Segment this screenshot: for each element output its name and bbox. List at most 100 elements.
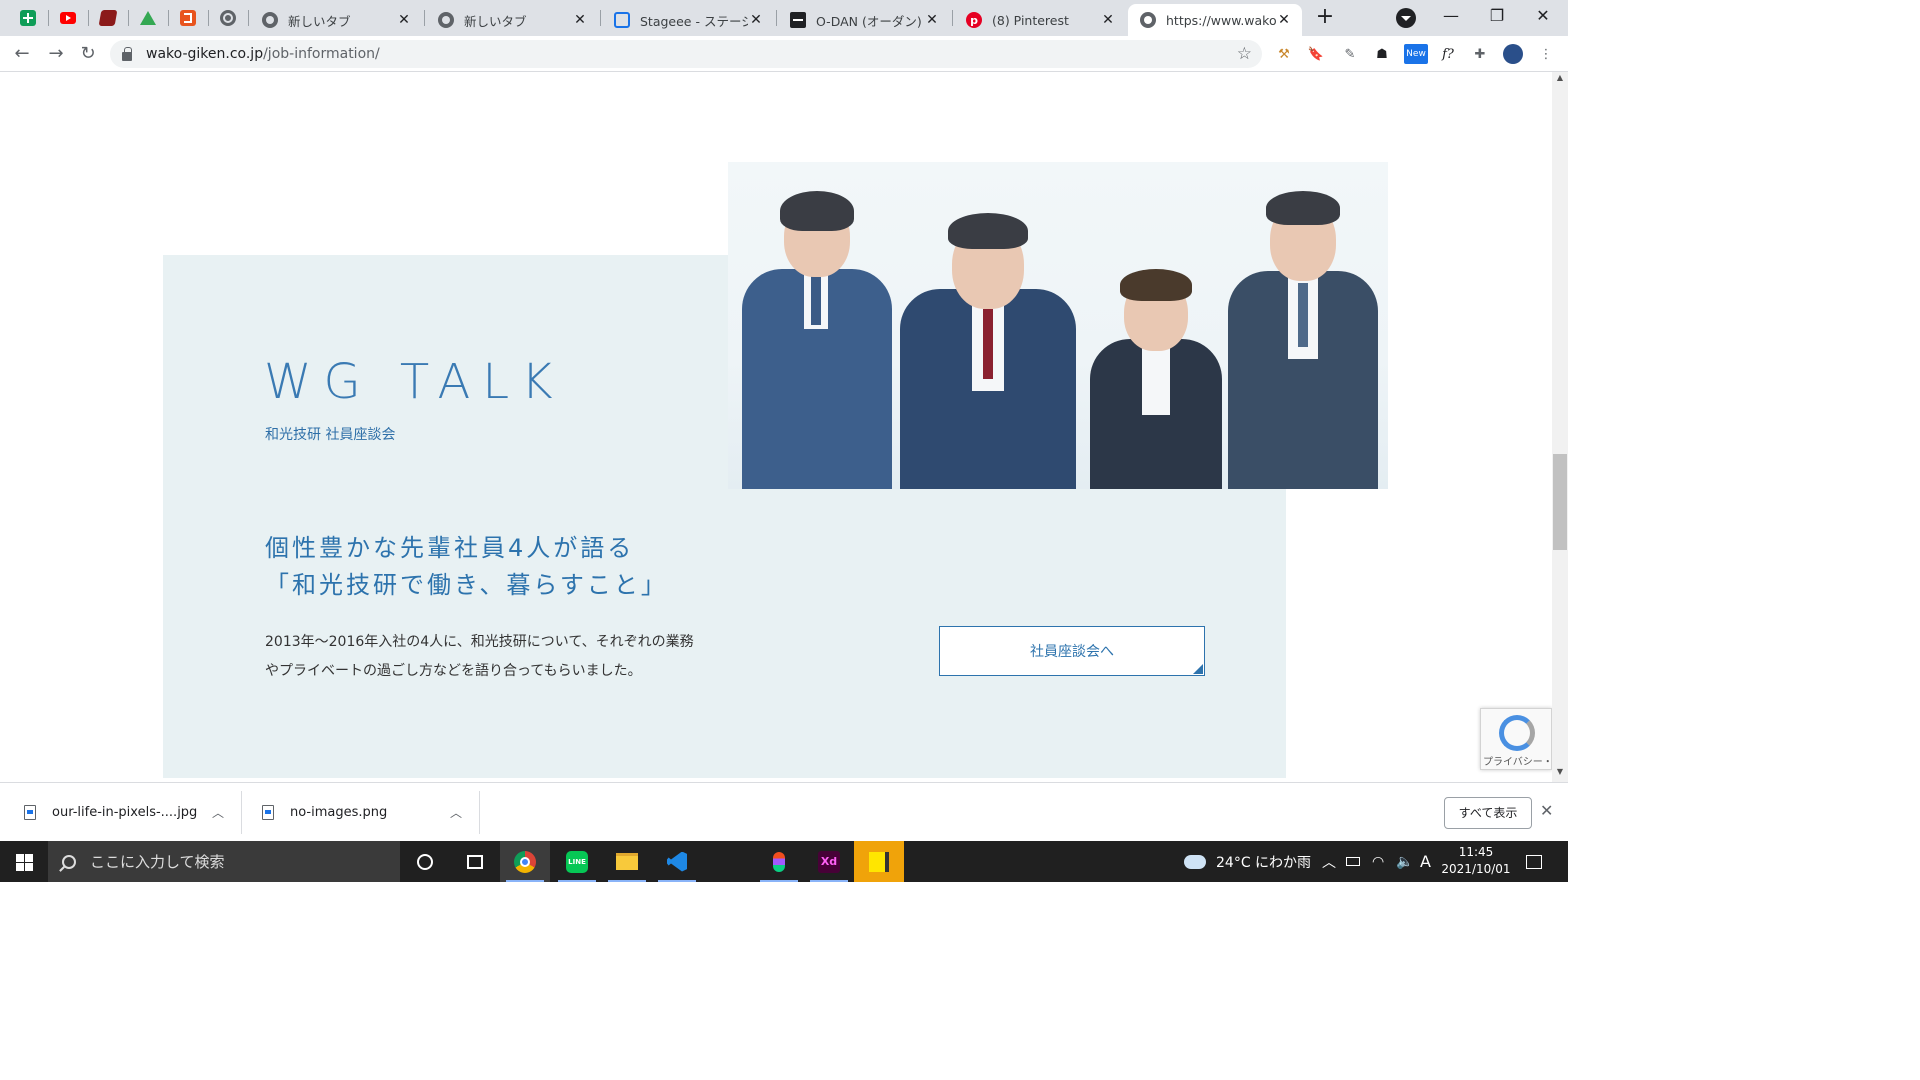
tab-odan[interactable]: O-DAN (オーダン) - 無 ✕ <box>778 4 950 36</box>
bookmark-star-icon[interactable]: ☆ <box>1237 44 1252 64</box>
close-tab-icon[interactable]: ✕ <box>924 12 940 28</box>
close-tab-icon[interactable]: ✕ <box>396 12 412 28</box>
pinterest-icon: p <box>966 12 982 28</box>
download-filename: our-life-in-pixels-....jpg <box>52 805 198 820</box>
taskbar-figma-icon[interactable] <box>754 841 804 882</box>
taskbar-search-box[interactable]: ここに入力して検索 <box>48 841 400 882</box>
recaptcha-privacy-terms[interactable]: プライバシー・利用規約 <box>1483 753 1552 768</box>
close-tab-icon[interactable]: ✕ <box>572 12 588 28</box>
staff-person-1 <box>742 189 892 489</box>
extensions-puzzle-icon[interactable]: ✚ <box>1470 44 1490 64</box>
extension-fontface-icon[interactable]: f? <box>1438 44 1458 64</box>
battery-icon[interactable] <box>1346 841 1360 882</box>
image-file-icon <box>24 805 36 820</box>
back-button[interactable]: ← <box>8 40 36 68</box>
tab-title: Stageee - ステージー <box>640 13 748 29</box>
intro-line-1: 2013年〜2016年入社の4人に、和光技研について、それぞれの業務 <box>265 634 694 650</box>
wifi-icon[interactable]: ◠ <box>1372 841 1384 882</box>
extension-new-badge-icon[interactable]: New <box>1404 44 1428 64</box>
taskbar-adobe-xd-icon[interactable]: Xd <box>804 841 854 882</box>
url-host: wako-giken.co.jp <box>146 46 264 62</box>
active-app-indicator <box>760 880 798 882</box>
download-item-2[interactable]: no-images.png ︿ <box>262 783 472 842</box>
intro-line-2: やプライベートの過ごし方などを語り合ってもらいました。 <box>265 663 642 679</box>
recaptcha-badge[interactable]: プライバシー・利用規約 <box>1480 708 1552 770</box>
tab-new-tab-1[interactable]: 新しいタブ ✕ <box>250 4 422 36</box>
stageee-icon <box>614 12 630 28</box>
intro-text: 2013年〜2016年入社の4人に、和光技研について、それぞれの業務 やプライベ… <box>265 628 735 686</box>
task-view-icon[interactable] <box>450 841 500 882</box>
new-tab-button[interactable]: + <box>1310 4 1340 32</box>
triangle-app-icon <box>140 11 156 25</box>
youtube-icon <box>60 12 76 24</box>
pinned-tab-globe[interactable] <box>208 4 248 32</box>
menu-kebab-icon[interactable]: ⋮ <box>1536 44 1556 64</box>
extension-hammer-icon[interactable]: ⚒ <box>1274 44 1294 64</box>
clock-time: 11:45 <box>1458 845 1494 859</box>
pinned-tab-sheets[interactable] <box>8 4 48 32</box>
tab-separator <box>600 10 601 26</box>
close-tab-icon[interactable]: ✕ <box>1100 12 1116 28</box>
download-bar: our-life-in-pixels-....jpg ︿ no-images.p… <box>0 782 1568 841</box>
scroll-up-arrow-icon[interactable]: ▲ <box>1552 73 1568 87</box>
scroll-down-arrow-icon[interactable]: ▼ <box>1552 767 1568 781</box>
tab-search-icon[interactable] <box>1396 8 1416 28</box>
browser-tab-strip: 新しいタブ ✕ 新しいタブ ✕ Stageee - ステージー ✕ O-DAN … <box>0 0 1568 36</box>
download-filename: no-images.png <box>290 805 388 820</box>
download-options-chevron-icon[interactable]: ︿ <box>212 804 224 821</box>
pinned-tab-book[interactable] <box>88 4 128 32</box>
tab-title: 新しいタブ <box>288 13 351 29</box>
pinned-tab-triangle[interactable] <box>128 4 168 32</box>
close-tab-icon[interactable]: ✕ <box>1276 12 1292 28</box>
roundtable-link-label: 社員座談会へ <box>1030 644 1114 660</box>
taskbar-sticky-notes-icon[interactable] <box>854 841 904 882</box>
close-window-button[interactable]: ✕ <box>1520 0 1566 32</box>
taskbar-file-explorer-icon[interactable] <box>602 841 652 882</box>
pinned-tab-html5[interactable] <box>168 4 208 32</box>
address-bar[interactable]: wako-giken.co.jp/job-information/ ☆ <box>110 40 1262 68</box>
tab-pinterest[interactable]: p (8) Pinterest ✕ <box>954 4 1126 36</box>
tab-new-tab-2[interactable]: 新しいタブ ✕ <box>426 4 598 36</box>
show-hidden-icons-chevron-icon[interactable]: ︿ <box>1322 841 1336 882</box>
google-sheets-icon <box>20 10 36 26</box>
bookmark-ribbon-icon[interactable]: 🔖 <box>1306 44 1326 64</box>
tab-stageee[interactable]: Stageee - ステージー ✕ <box>602 4 774 36</box>
pinned-tab-youtube[interactable] <box>48 4 88 32</box>
weather-text: 24°C にわか雨 <box>1216 854 1312 871</box>
notification-center-icon[interactable] <box>1526 841 1542 882</box>
taskbar-line-icon[interactable]: LINE <box>552 841 602 882</box>
download-item-1[interactable]: our-life-in-pixels-....jpg ︿ <box>24 783 234 842</box>
weather-cloud-icon <box>1184 854 1206 869</box>
ime-indicator[interactable]: A <box>1420 841 1431 882</box>
taskbar-chrome-icon[interactable] <box>500 841 550 882</box>
windows-start-icon[interactable] <box>0 841 48 882</box>
volume-icon[interactable]: 🔈 <box>1396 841 1413 882</box>
extension-mask-icon[interactable]: ☗ <box>1372 44 1392 64</box>
restore-button[interactable]: ❐ <box>1474 0 1520 32</box>
download-options-chevron-icon[interactable]: ︿ <box>450 804 462 821</box>
tab-wako-giken[interactable]: https://www.wako-g ✕ <box>1128 4 1302 36</box>
reload-button[interactable]: ↻ <box>74 40 102 68</box>
forward-button[interactable]: → <box>42 40 70 68</box>
profile-avatar[interactable] <box>1503 44 1523 64</box>
minimize-button[interactable]: — <box>1428 0 1474 32</box>
page-scrollbar-track[interactable] <box>1552 72 1568 782</box>
cortana-icon[interactable] <box>400 841 450 882</box>
wg-talk-subtitle: 和光技研 社員座談会 <box>265 427 396 443</box>
download-separator <box>479 791 480 834</box>
tab-separator <box>776 10 777 26</box>
book-icon <box>98 10 118 26</box>
windows-taskbar: ここに入力して検索 LINE Xd 24°C にわか雨 ︿ ◠ 🔈 A 11:4… <box>0 841 1568 882</box>
weather-widget[interactable]: 24°C にわか雨 <box>1184 841 1311 882</box>
taskbar-vscode-icon[interactable] <box>652 841 702 882</box>
system-clock[interactable]: 11:45 2021/10/01 <box>1440 844 1512 878</box>
close-tab-icon[interactable]: ✕ <box>748 12 764 28</box>
search-icon <box>62 854 76 869</box>
roundtable-link-button[interactable]: 社員座談会へ <box>939 626 1205 676</box>
extension-eyedropper-icon[interactable]: ✎ <box>1340 44 1360 64</box>
tab-separator <box>248 10 249 26</box>
close-download-bar-icon[interactable]: ✕ <box>1540 801 1553 820</box>
active-app-indicator <box>810 880 848 882</box>
page-scrollbar-thumb[interactable] <box>1553 454 1567 550</box>
show-all-downloads-button[interactable]: すべて表示 <box>1444 797 1532 829</box>
